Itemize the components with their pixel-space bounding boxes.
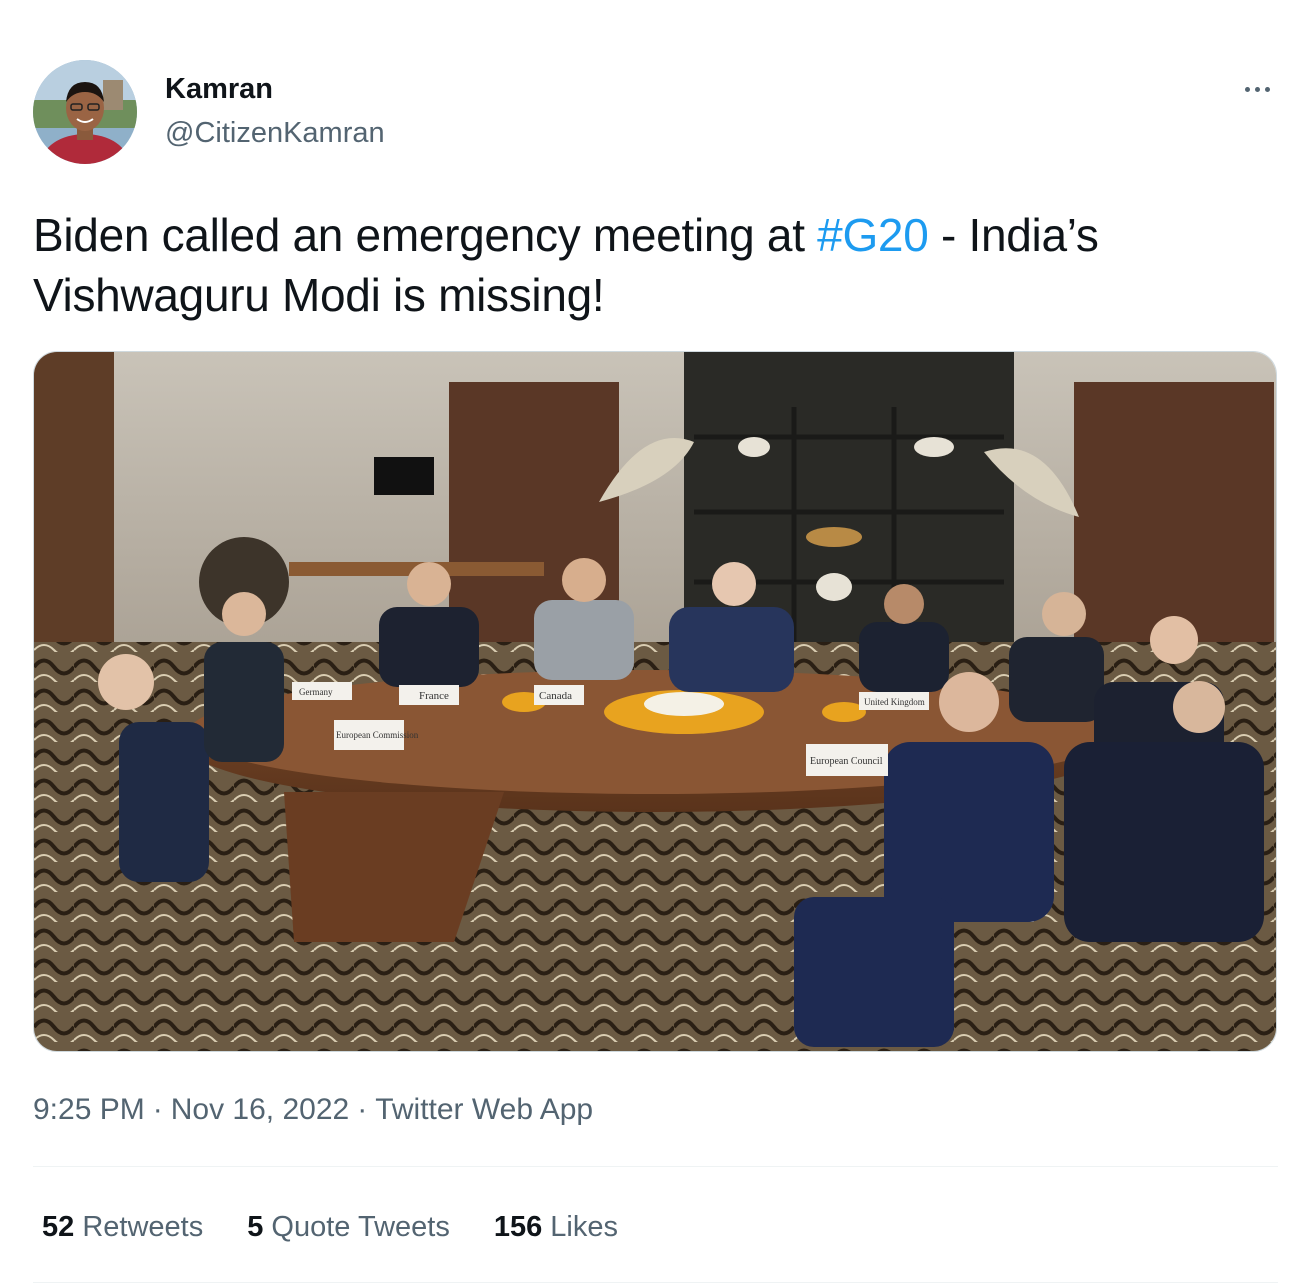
hashtag-link[interactable]: #G20 [817,209,929,261]
avatar[interactable] [33,60,137,164]
tweet-text-part: Biden called an emergency meeting at [33,209,818,261]
meta-separator: · [152,1093,163,1126]
tweet-source[interactable]: Twitter Web App [375,1093,593,1126]
quote-tweets-count: 5 [247,1211,264,1243]
retweets-label: Retweets [82,1211,204,1243]
place-card-european-council: European Council [810,756,883,767]
divider [33,1282,1278,1283]
meta-separator: · [357,1093,368,1126]
tweet-time[interactable]: 9:25 PM [33,1093,145,1126]
place-card-united-kingdom: United Kingdom [864,697,925,707]
place-card-european-commission: European Commission [336,730,419,740]
likes-count: 156 [493,1211,543,1243]
likes-stat[interactable]: 156 Likes [494,1208,618,1246]
meeting-photo: France Canada European Commission Europe… [34,352,1276,1051]
place-card-germany: Germany [299,687,333,697]
divider [33,1166,1278,1167]
more-options-icon[interactable] [1234,74,1280,104]
likes-label: Likes [550,1211,618,1243]
tweet-photo[interactable]: France Canada European Commission Europe… [33,351,1277,1052]
author-display-name[interactable]: Kamran [165,72,273,106]
dot-icon [1254,86,1260,92]
place-card-france: France [419,690,449,702]
quote-tweets-label: Quote Tweets [271,1211,450,1243]
quote-tweets-stat[interactable]: 5 Quote Tweets [247,1208,450,1246]
dot-icon [1264,86,1270,92]
dot-icon [1244,86,1250,92]
place-card-canada: Canada [539,690,572,702]
retweets-stat[interactable]: 52 Retweets [42,1208,203,1246]
tweet-text: Biden called an emergency meeting at #G2… [33,205,1273,325]
retweets-count: 52 [42,1211,75,1243]
engagement-stats: 52 Retweets 5 Quote Tweets 156 Likes [42,1208,662,1246]
avatar-image [33,60,137,164]
tweet-meta: 9:25 PM · Nov 16, 2022 · Twitter Web App [33,1091,593,1129]
tweet-date[interactable]: Nov 16, 2022 [171,1093,349,1126]
author-handle[interactable]: @CitizenKamran [165,116,385,150]
